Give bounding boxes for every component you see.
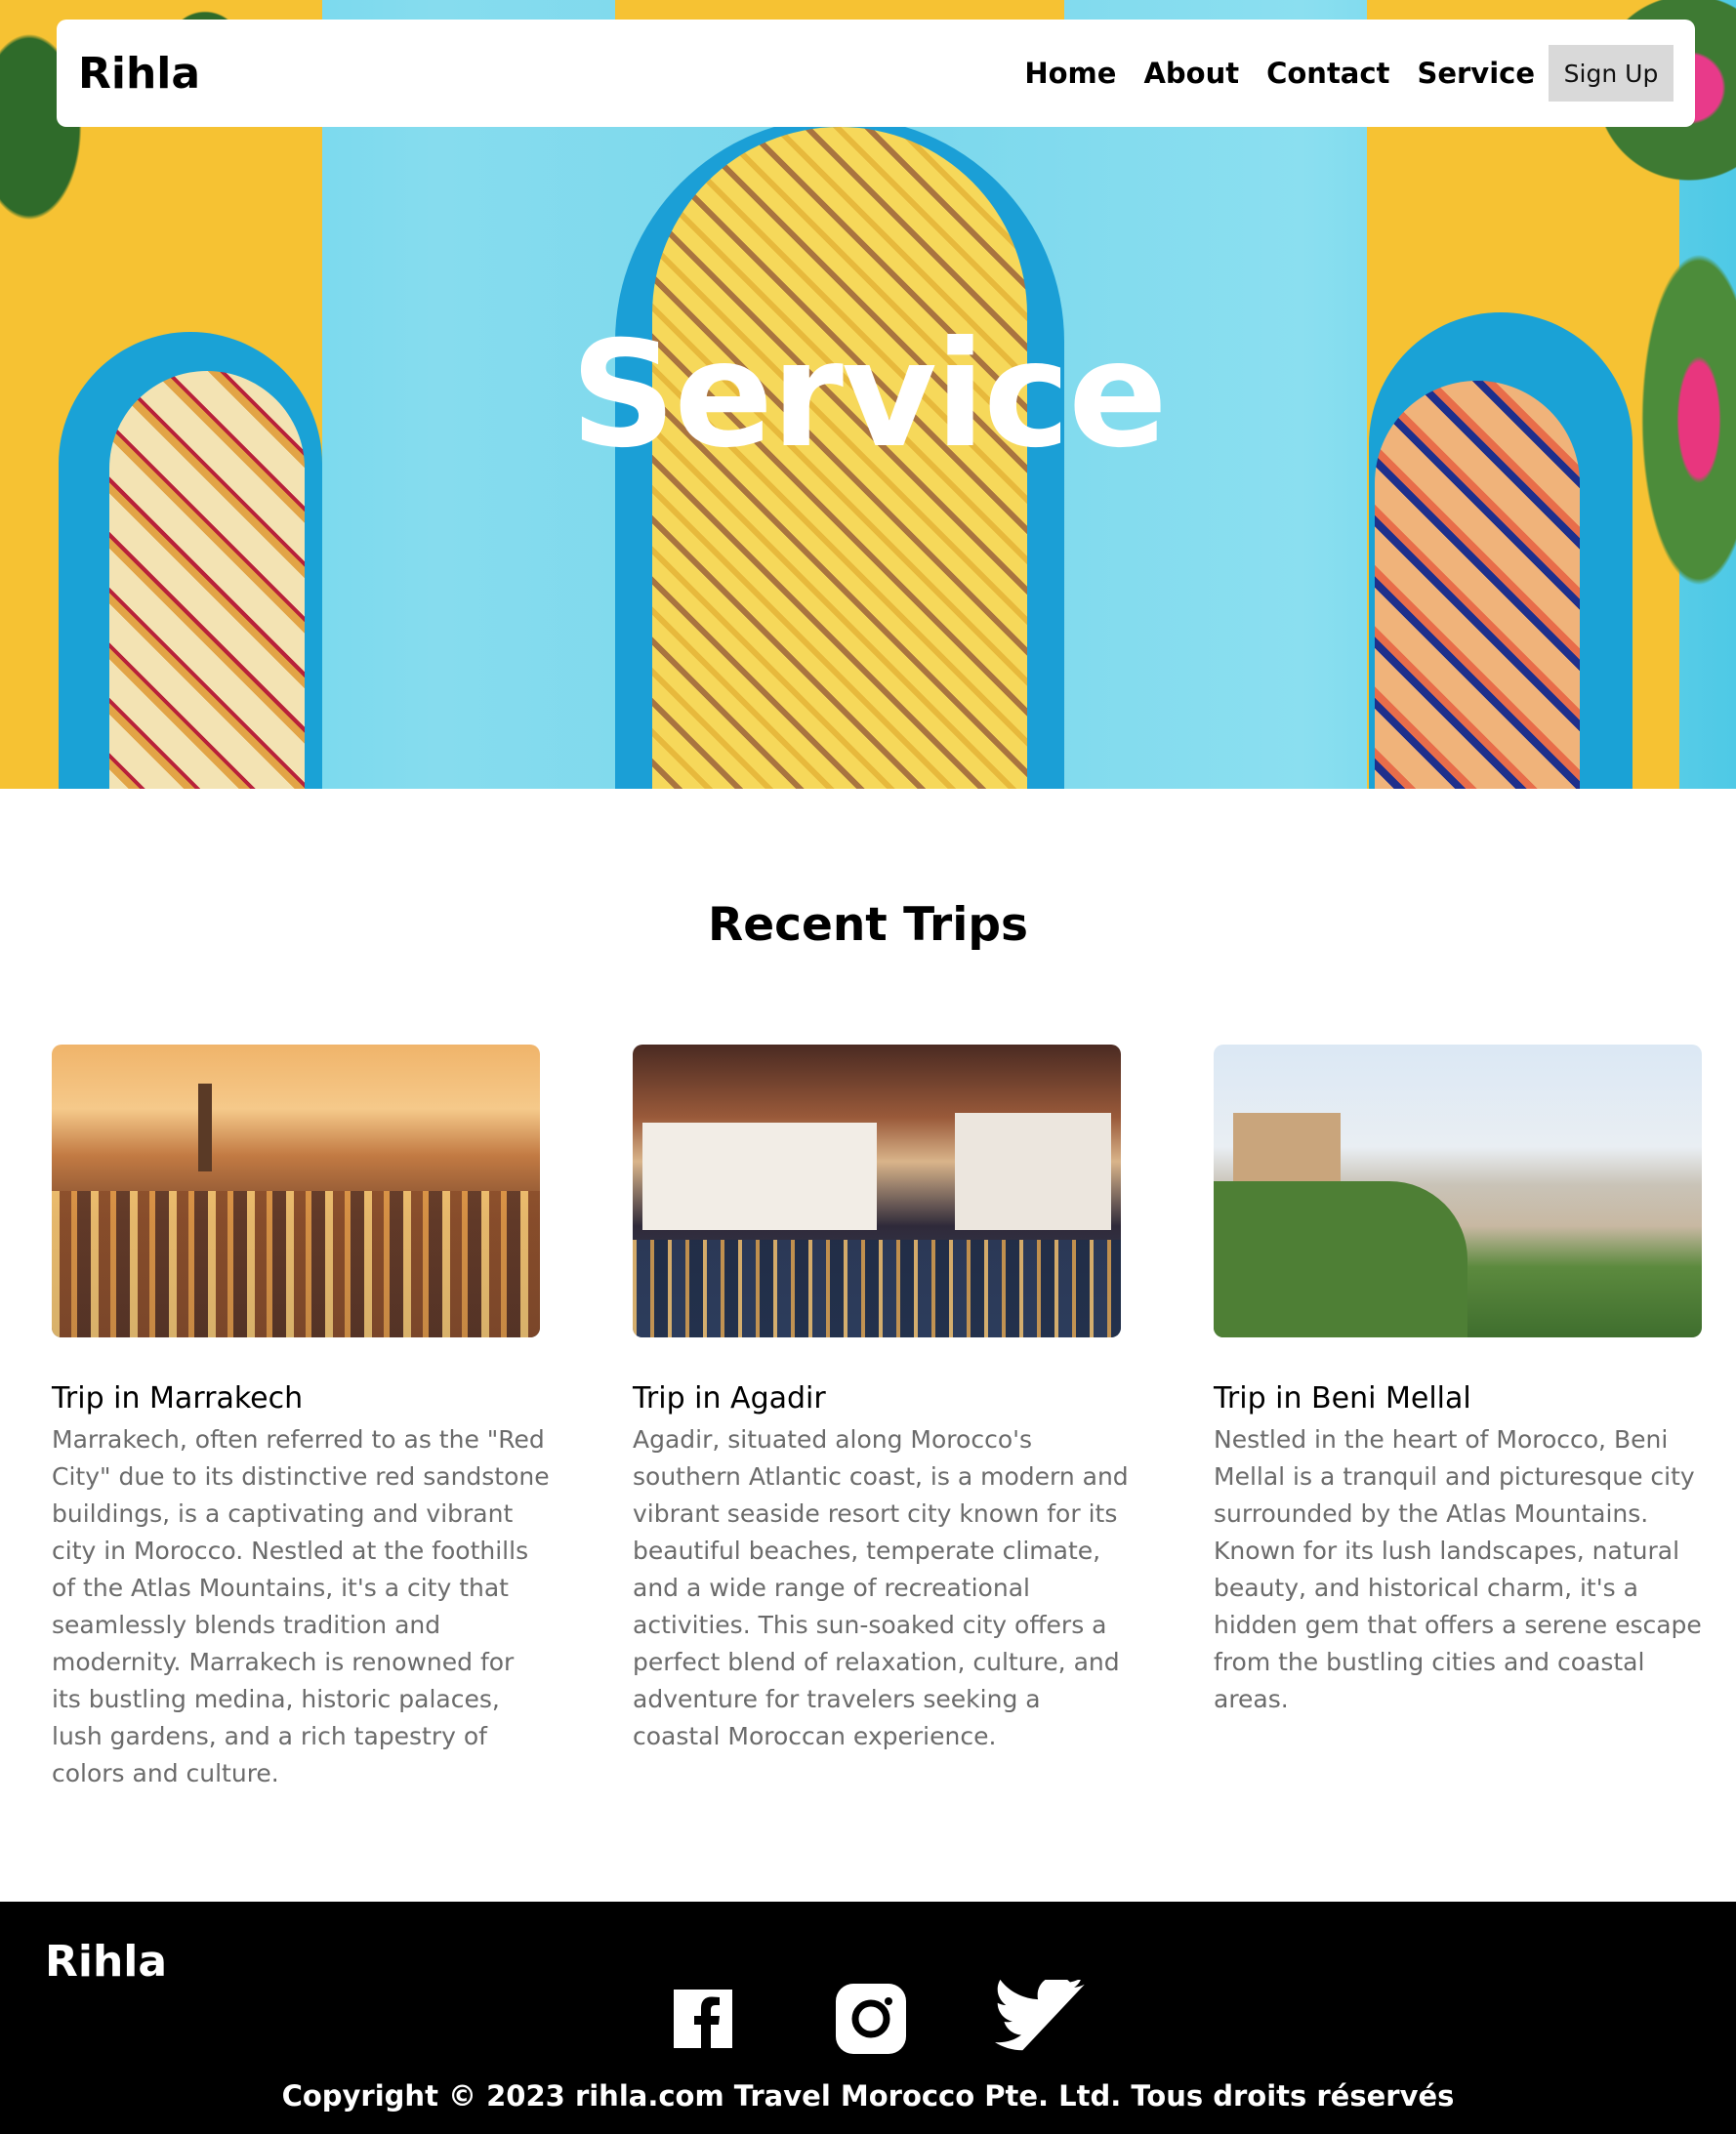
trip-image-beni-mellal xyxy=(1214,1045,1702,1337)
nav-link-about[interactable]: About xyxy=(1143,57,1239,90)
trip-image-marrakech xyxy=(52,1045,540,1337)
harbor-reflection xyxy=(633,1240,1121,1337)
trip-title: Trip in Agadir xyxy=(633,1381,826,1416)
footer-brand[interactable]: Rihla xyxy=(45,1937,167,1987)
building-shape xyxy=(642,1123,877,1230)
nav-link-home[interactable]: Home xyxy=(1024,57,1116,90)
signup-button[interactable]: Sign Up xyxy=(1549,45,1674,102)
twitter-icon[interactable] xyxy=(994,1980,1088,2058)
hill-shape xyxy=(1214,1181,1467,1337)
navbar: Rihla Home About Contact Service Sign Up xyxy=(57,20,1695,127)
trip-description: Agadir, situated along Morocco's souther… xyxy=(633,1425,1129,1750)
trip-description: Marrakech, often referred to as the "Red… xyxy=(52,1425,550,1787)
minaret-shape xyxy=(198,1084,212,1171)
trip-title: Trip in Beni Mellal xyxy=(1214,1381,1471,1416)
nav-link-service[interactable]: Service xyxy=(1417,57,1535,90)
building-shape xyxy=(955,1113,1111,1230)
trip-title: Trip in Marrakech xyxy=(52,1381,304,1416)
nav-links: Home About Contact Service Sign Up xyxy=(997,45,1674,102)
trip-description: Nestled in the heart of Morocco, Beni Me… xyxy=(1214,1425,1702,1713)
section-title: Recent Trips xyxy=(708,898,1028,952)
trip-card-marrakech[interactable]: Trip in Marrakech Marrakech, often refer… xyxy=(52,1045,550,1792)
copyright-text: Copyright © 2023 rihla.com Travel Morocc… xyxy=(281,2079,1455,2113)
castle-shape xyxy=(1233,1113,1341,1191)
market-shape xyxy=(52,1191,540,1337)
instagram-icon[interactable] xyxy=(832,1980,910,2058)
nav-link-contact[interactable]: Contact xyxy=(1266,57,1389,90)
hero-title: Service xyxy=(570,310,1168,480)
facebook-icon[interactable] xyxy=(664,1980,742,2058)
trip-image-agadir xyxy=(633,1045,1121,1337)
brand-logo[interactable]: Rihla xyxy=(78,49,200,99)
trip-card-agadir[interactable]: Trip in Agadir Agadir, situated along Mo… xyxy=(633,1045,1129,1755)
footer: Rihla Copyright © 2023 rihla.com Travel … xyxy=(0,1902,1736,2134)
trip-card-beni-mellal[interactable]: Trip in Beni Mellal Nestled in the heart… xyxy=(1214,1045,1702,1718)
